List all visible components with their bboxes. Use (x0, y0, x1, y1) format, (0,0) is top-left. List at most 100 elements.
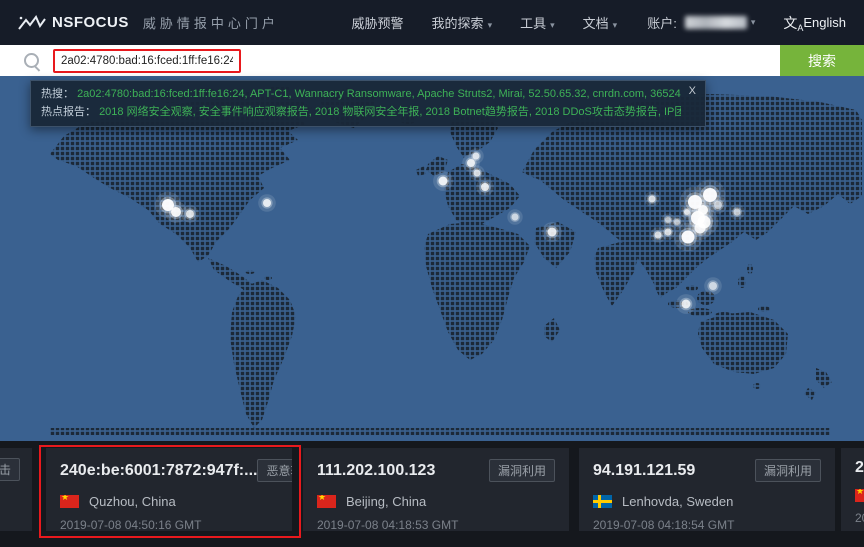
brand: NSFOCUS 威胁情报中心门户 (18, 13, 279, 32)
event-card[interactable]: 24 20 (841, 448, 864, 531)
hot-report-link[interactable]: 2018 物联网安全年报 (315, 106, 420, 118)
hot-reports-row: 热点报告： 2018 网络安全观察, 安全事件响应观察报告, 2018 物联网安… (41, 103, 681, 121)
hot-search-link[interactable]: Mirai (498, 88, 522, 100)
country-flag-cn (317, 495, 336, 508)
country-flag-cn (60, 495, 79, 508)
hot-report-link[interactable]: 2018 DDoS攻击态势报告 (535, 106, 658, 118)
event-card-header: 240e:be:6001:7872:947f:...恶意软件 (60, 459, 278, 482)
brand-name: NSFOCUS (52, 14, 129, 31)
hot-reports-links: 2018 网络安全观察, 安全事件响应观察报告, 2018 物联网安全年报, 2… (99, 106, 681, 118)
map-marker (512, 214, 519, 221)
map-marker (709, 282, 717, 290)
hot-report-link[interactable]: 安全事件响应观察报告 (199, 106, 309, 118)
chevron-down-icon: ▾ (488, 20, 493, 30)
search-input[interactable] (53, 49, 241, 73)
event-location: Quzhou, China (89, 494, 176, 509)
map-marker (481, 183, 489, 191)
event-badge: 漏洞利用 (755, 459, 821, 482)
map-marker (665, 217, 671, 223)
event-card-title: 240e:be:6001:7872:947f:... (60, 462, 257, 480)
hot-search-link[interactable]: Wannacry Ransomware (295, 88, 412, 100)
event-card-header: 24 (855, 459, 864, 477)
country-flag-cn (855, 489, 864, 502)
hot-search-link[interactable]: 52.50.65.32 (528, 88, 586, 100)
event-badge: 漏洞利用 (489, 459, 555, 482)
navbar: NSFOCUS 威胁情报中心门户 威胁预警 我的探索▾ 工具▾ 文档▾ 账户: ▾ 文… (0, 0, 864, 45)
map-marker (171, 207, 181, 217)
chevron-down-icon: ▾ (751, 17, 756, 28)
event-card[interactable]: 111.202.100.123 漏洞利用 Beijing, China 2019-07… (303, 448, 569, 531)
app-window: NSFOCUS 威胁情报中心门户 威胁预警 我的探索▾ 工具▾ 文档▾ 账户: ▾ 文… (0, 0, 864, 547)
search-button[interactable]: 搜索 (780, 45, 864, 76)
hot-search-links: 2a02:4780:bad:16:fced:1ff:fe16:24, APT-C… (77, 88, 681, 100)
event-location-row: Beijing, China (317, 494, 555, 509)
event-time: 2019-07-08 04:18:54 GMT (593, 518, 821, 531)
nsfocus-logo-icon (18, 14, 46, 32)
search-bar: 搜索 (0, 45, 864, 76)
hot-search-link[interactable]: 2a02:4780:bad:16:fced:1ff:fe16:24 (77, 88, 244, 100)
event-location: Lenhovda, Sweden (622, 494, 733, 509)
event-location-row (855, 489, 864, 502)
portal-title: 威胁情报中心门户 (143, 13, 279, 32)
map-marker (714, 201, 722, 209)
event-card[interactable]: 94.191.121.59 漏洞利用 Lenhovda, Sweden 2019-07… (579, 448, 835, 531)
language-label: English (803, 15, 846, 30)
event-time: 2019-07-08 04:18:53 GMT (317, 518, 555, 531)
event-time: 2019-07-08 04:50:16 GMT (60, 518, 278, 531)
navbar-menu: 威胁预警 我的探索▾ 工具▾ 文档▾ 账户: ▾ 文A English (324, 13, 846, 33)
world-map (0, 76, 864, 441)
account-label: 账户: (647, 13, 677, 32)
nav-item-我的探索[interactable]: 我的探索▾ (432, 16, 493, 31)
map-marker (439, 177, 448, 186)
search-icon (24, 53, 39, 68)
close-icon[interactable]: X (689, 85, 696, 97)
hot-search-link[interactable]: cnrdn.com (593, 88, 644, 100)
event-badge: 击 (0, 458, 20, 481)
world-map-svg (0, 76, 864, 441)
hot-search-link[interactable]: 36524c90ca1fac2102e7653dfadb31b2 (650, 88, 681, 100)
map-marker (473, 153, 480, 160)
map-marker (474, 170, 481, 177)
map-marker (649, 196, 656, 203)
hot-report-link[interactable]: IP团伙行为分析 (664, 106, 681, 118)
event-card-title: 94.191.121.59 (593, 462, 695, 480)
map-marker (674, 219, 680, 225)
event-location: Beijing, China (346, 494, 426, 509)
chevron-down-icon: ▾ (550, 20, 555, 30)
account-menu[interactable]: 账户: ▾ (647, 13, 755, 32)
event-location-row: Quzhou, China (60, 494, 278, 509)
map-marker (186, 210, 194, 218)
event-card-header: 111.202.100.123 漏洞利用 (317, 459, 555, 482)
event-card[interactable]: 240e:be:6001:7872:947f:...恶意软件 Quzhou, Ch… (46, 448, 292, 531)
hot-search-link[interactable]: Apache Struts2 (417, 88, 492, 100)
hot-search-panel: 热搜： 2a02:4780:bad:16:fced:1ff:fe16:24, A… (30, 80, 706, 127)
nav-item-威胁预警[interactable]: 威胁预警 (352, 16, 404, 31)
map-marker (734, 209, 741, 216)
event-badge: 恶意软件 (257, 459, 292, 482)
language-toggle[interactable]: 文A English (783, 13, 846, 33)
country-flag-se (593, 495, 612, 508)
event-card-partial-left[interactable]: 击 (0, 448, 32, 531)
event-card-title: 24 (855, 459, 864, 477)
hot-search-link[interactable]: APT-C1 (250, 88, 289, 100)
event-card-title: 111.202.100.123 (317, 462, 435, 480)
event-location-row: Lenhovda, Sweden (593, 494, 821, 509)
hot-search-row: 热搜： 2a02:4780:bad:16:fced:1ff:fe16:24, A… (41, 85, 681, 103)
map-marker (263, 199, 271, 207)
event-card-header: 94.191.121.59 漏洞利用 (593, 459, 821, 482)
event-time: 20 (855, 511, 864, 525)
hot-reports-label: 热点报告： (41, 106, 96, 118)
map-marker (548, 228, 557, 237)
hot-report-link[interactable]: 2018 Botnet趋势报告 (426, 106, 529, 118)
nav-item-工具[interactable]: 工具▾ (520, 16, 555, 31)
account-username-redacted (685, 16, 747, 29)
chevron-down-icon: ▾ (613, 20, 618, 30)
event-ticker: 击 240e:be:6001:7872:947f:...恶意软件 Quzhou, … (0, 441, 864, 547)
hot-search-label: 热搜： (41, 88, 74, 100)
nav-item-文档[interactable]: 文档▾ (583, 16, 618, 31)
map-marker (655, 232, 662, 239)
hot-report-link[interactable]: 2018 网络安全观察 (99, 106, 193, 118)
translate-icon: 文A (783, 13, 803, 33)
map-marker (682, 300, 691, 309)
map-marker (682, 231, 695, 244)
